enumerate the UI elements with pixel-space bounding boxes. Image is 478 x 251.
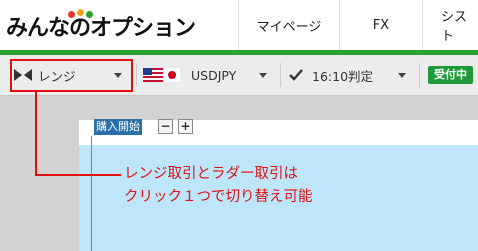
callout-text: レンジ取引とラダー取引は クリック１つで切り替え可能 <box>124 163 313 209</box>
callout-line-2: クリック１つで切り替え可能 <box>124 189 313 205</box>
callout-line-1: レンジ取引とラダー取引は <box>124 166 298 182</box>
callout-connector <box>35 92 121 176</box>
